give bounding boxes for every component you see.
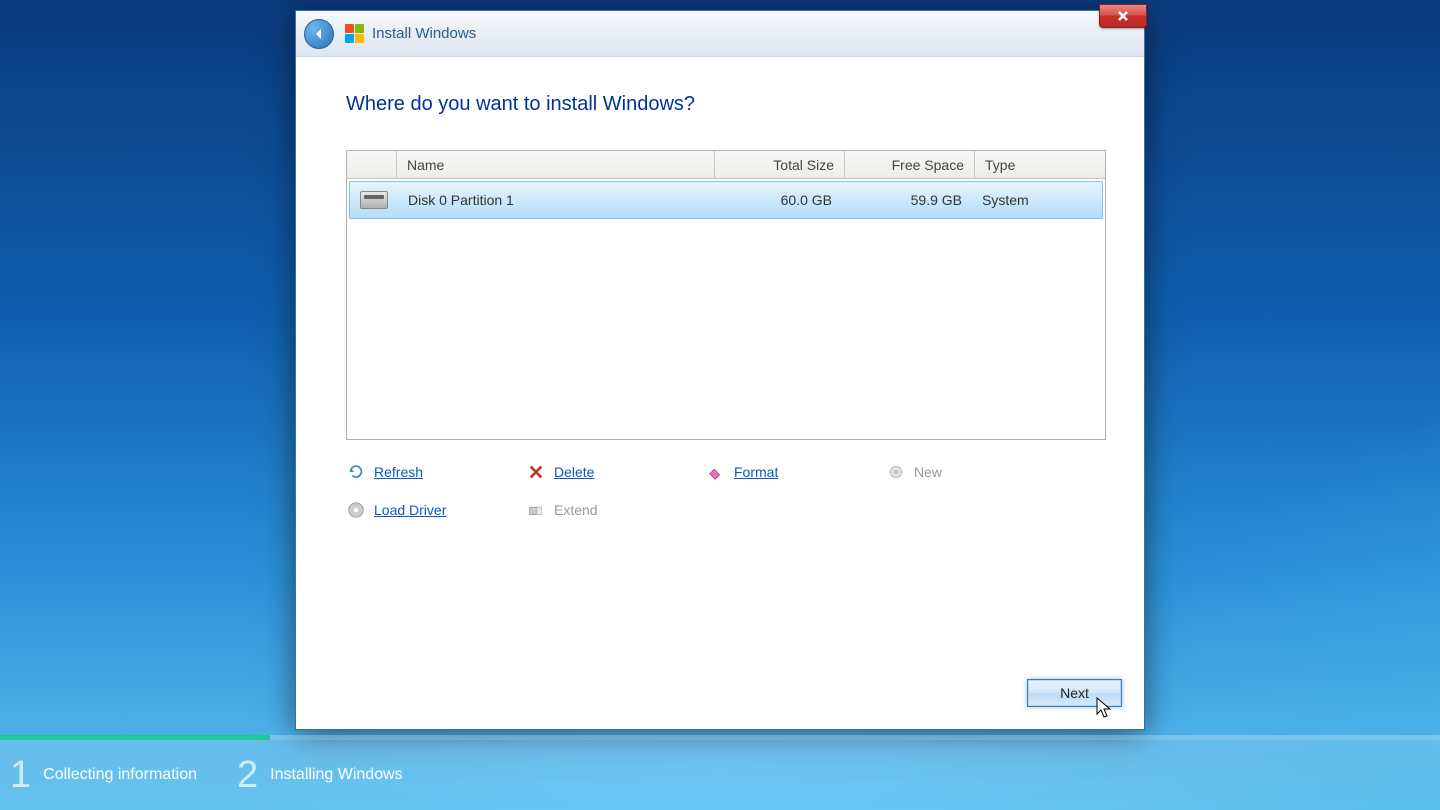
next-label: Next: [1060, 685, 1089, 701]
next-button[interactable]: Next: [1027, 679, 1122, 707]
refresh-label: Refresh: [374, 464, 423, 480]
col-total-size[interactable]: Total Size: [715, 151, 845, 178]
desktop-background: Install Windows Where do you want to ins…: [0, 0, 1440, 810]
drive-options: Refresh Delete Format: [346, 462, 1094, 520]
delete-label: Delete: [554, 464, 594, 480]
format-icon: [706, 462, 726, 482]
partition-row[interactable]: Disk 0 Partition 1 60.0 GB 59.9 GB Syste…: [349, 181, 1103, 219]
delete-icon: [526, 462, 546, 482]
table-header: Name Total Size Free Space Type: [347, 151, 1105, 179]
disc-icon: [346, 500, 366, 520]
col-free-space[interactable]: Free Space: [845, 151, 975, 178]
partition-name: Disk 0 Partition 1: [398, 192, 712, 208]
new-label: New: [914, 464, 942, 480]
setup-steps-bar: 1 Collecting information 2 Installing Wi…: [0, 740, 1440, 810]
col-icon[interactable]: [347, 151, 397, 178]
back-button[interactable]: [304, 19, 334, 49]
titlebar: Install Windows: [296, 11, 1144, 57]
format-label: Format: [734, 464, 778, 480]
delete-link[interactable]: Delete: [526, 462, 706, 482]
step-2-number: 2: [237, 754, 258, 797]
step-1-number: 1: [10, 754, 31, 797]
dialog-content: Where do you want to install Windows? Na…: [296, 57, 1144, 540]
step-2-label: Installing Windows: [270, 766, 403, 784]
partition-type: System: [972, 192, 1102, 208]
partition-total-size: 60.0 GB: [712, 192, 842, 208]
hard-drive-icon: [360, 191, 388, 209]
col-name[interactable]: Name: [397, 151, 715, 178]
refresh-link[interactable]: Refresh: [346, 462, 526, 482]
close-button[interactable]: [1099, 4, 1147, 28]
refresh-icon: [346, 462, 366, 482]
extend-label: Extend: [554, 502, 598, 518]
close-icon: [1117, 10, 1129, 22]
windows-logo-icon: [344, 24, 364, 44]
extend-icon: [526, 500, 546, 520]
extend-link: Extend: [526, 500, 706, 520]
window-title: Install Windows: [372, 25, 476, 42]
new-icon: [886, 462, 906, 482]
col-type[interactable]: Type: [975, 151, 1105, 178]
disk-icon-cell: [350, 191, 398, 209]
step-1-label: Collecting information: [43, 766, 197, 784]
page-heading: Where do you want to install Windows?: [346, 93, 1094, 116]
load-driver-link[interactable]: Load Driver: [346, 500, 526, 520]
step-2: 2 Installing Windows: [237, 754, 403, 797]
partition-table: Name Total Size Free Space Type Disk 0 P…: [346, 150, 1106, 440]
format-link[interactable]: Format: [706, 462, 886, 482]
step-1: 1 Collecting information: [10, 754, 197, 797]
back-arrow-icon: [311, 26, 327, 42]
new-link: New: [886, 462, 1066, 482]
partition-free-space: 59.9 GB: [842, 192, 972, 208]
install-dialog: Install Windows Where do you want to ins…: [295, 10, 1145, 730]
load-driver-label: Load Driver: [374, 502, 446, 518]
